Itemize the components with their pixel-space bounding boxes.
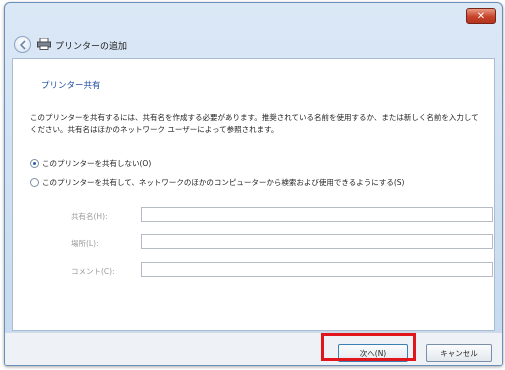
close-button[interactable]: ✕: [466, 8, 496, 24]
share-name-input[interactable]: [141, 207, 493, 222]
radio-do-not-share[interactable]: このプリンターを共有しない(O): [30, 158, 151, 169]
content-panel: プリンター共有 このプリンターを共有するには、共有名を作成する必要があります。推…: [12, 58, 495, 331]
section-title: プリンター共有: [41, 81, 101, 91]
radio-label-share: このプリンターを共有して、ネットワークのほかのコンピューターから検索および使用で…: [42, 178, 405, 187]
cancel-button[interactable]: キャンセル: [426, 344, 492, 362]
add-printer-dialog: ✕ プリンターの追加 プリンター共有 このプリンターを共有するには、共有名を作成…: [4, 2, 503, 366]
radio-label-do-not-share: このプリンターを共有しない(O): [42, 159, 152, 168]
comment-input[interactable]: [141, 262, 493, 277]
location-input[interactable]: [141, 234, 493, 249]
radio-button-selected[interactable]: [30, 159, 39, 168]
printer-icon: [37, 38, 51, 50]
button-bar: 次へ(N) キャンセル: [5, 332, 502, 365]
title-bar: ✕ プリンターの追加: [5, 3, 502, 55]
radio-share[interactable]: このプリンターを共有して、ネットワークのほかのコンピューターから検索および使用で…: [30, 177, 404, 188]
close-icon: ✕: [476, 11, 486, 22]
location-label: 場所(L):: [71, 239, 99, 248]
back-button[interactable]: [14, 36, 31, 53]
description-text: このプリンターを共有するには、共有名を作成する必要があります。推奨されている名前…: [30, 113, 479, 134]
next-button-highlight: [321, 333, 416, 361]
share-name-label: 共有名(H):: [71, 212, 108, 221]
comment-label: コメント(C):: [71, 267, 115, 276]
dialog-title: プリンターの追加: [55, 42, 128, 52]
back-arrow-icon: [19, 40, 26, 50]
radio-button[interactable]: [30, 178, 39, 187]
